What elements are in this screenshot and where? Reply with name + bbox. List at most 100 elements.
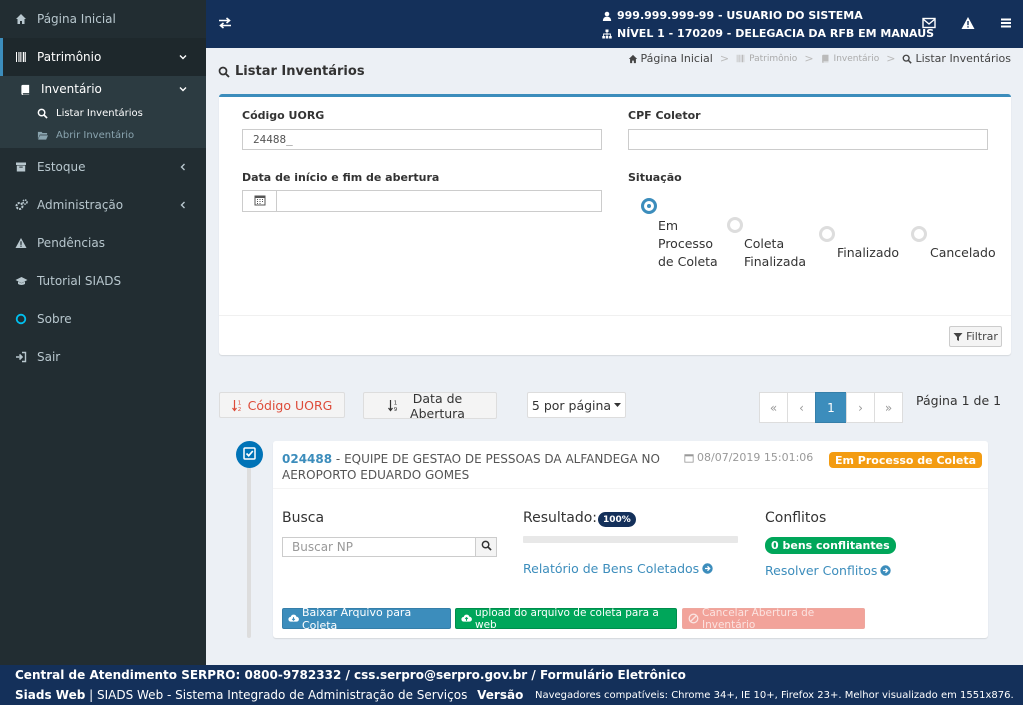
sidebar-item-sair[interactable]: Sair	[0, 338, 206, 376]
pager-first[interactable]: «	[759, 392, 788, 423]
sidebar-submenu-patrimonio: Inventário Listar Inventários Abrir Inve…	[0, 76, 206, 148]
sidebar-item-estoque[interactable]: Estoque	[0, 148, 206, 186]
resultado-badge: 100%	[598, 512, 636, 527]
menu-icon[interactable]	[999, 16, 1013, 30]
search-np-button[interactable]	[475, 537, 497, 557]
calendar-button[interactable]	[242, 190, 277, 212]
sidebar-item-sobre[interactable]: Sobre	[0, 300, 206, 338]
app-name: Siads Web	[15, 688, 86, 702]
breadcrumb-separator: >	[719, 52, 730, 65]
inventory-card-header: 024488 - EQUIPE DE GESTAO DE PESSOAS DA …	[273, 441, 988, 489]
envelope-icon[interactable]	[922, 16, 936, 30]
situacao-label: Situação	[628, 171, 682, 184]
pager-last[interactable]: »	[874, 392, 903, 423]
radio-coleta-finalizada[interactable]	[727, 217, 743, 233]
radio-finalizado[interactable]	[819, 226, 835, 242]
pager-page-1[interactable]: 1	[815, 392, 847, 423]
search-icon	[481, 540, 492, 554]
sort-uorg-label: Código UORG	[247, 397, 333, 413]
sidebar-item-label: Estoque	[37, 160, 86, 174]
radio-label-cancelado[interactable]: Cancelado	[930, 244, 996, 262]
uorg-input[interactable]: 24488_	[242, 129, 602, 150]
ban-icon	[688, 613, 699, 624]
relatorio-link-label: Relatório de Bens Coletados	[523, 561, 700, 576]
svg-text:2: 2	[237, 407, 241, 412]
sidebar: Página Inicial Patrimônio Inventário Lis…	[0, 0, 206, 665]
caret-down-icon	[614, 402, 622, 408]
version-label: Versão	[477, 688, 524, 702]
sidebar-item-tutorial[interactable]: Tutorial SIADS	[0, 262, 206, 300]
sidebar-item-patrimonio[interactable]: Patrimônio	[0, 38, 206, 76]
upload-file-button[interactable]: upload do arquivo de coleta para a web	[455, 606, 677, 631]
arrow-circle-right-icon	[702, 563, 713, 574]
pager-next[interactable]: ›	[846, 392, 875, 423]
warning-icon	[14, 236, 28, 250]
per-page-value: 5 por página	[531, 397, 612, 413]
sidebar-item-abrir-inventario[interactable]: Abrir Inventário	[0, 124, 206, 146]
breadcrumb-inventario[interactable]: Inventário	[834, 54, 880, 64]
timeline-marker	[236, 441, 263, 468]
barcode-icon	[736, 54, 746, 64]
inventory-code-link[interactable]: 024488	[282, 452, 332, 466]
svg-text:1: 1	[237, 400, 241, 406]
sort-date-button[interactable]: 19 Data de Abertura	[363, 390, 497, 421]
warning-icon[interactable]	[961, 16, 975, 30]
filter-button[interactable]: Filtrar	[949, 326, 1002, 347]
result-progress-bar	[523, 536, 738, 543]
app-line: Siads Web | SIADS Web - Sistema Integrad…	[15, 688, 523, 702]
sidebar-item-label: Patrimônio	[37, 50, 102, 64]
timeline-line	[247, 452, 251, 638]
sidebar-item-administracao[interactable]: Administração	[0, 186, 206, 224]
page-title: Listar Inventários	[218, 64, 365, 79]
app-description: | SIADS Web - Sistema Integrado de Admin…	[85, 688, 468, 702]
date-range-input[interactable]	[276, 190, 602, 212]
sidebar-item-label: Abrir Inventário	[56, 129, 135, 141]
folder-open-icon	[37, 130, 48, 141]
breadcrumb-patrimonio[interactable]: Patrimônio	[749, 54, 797, 64]
relatorio-link[interactable]: Relatório de Bens Coletados	[523, 561, 713, 576]
sort-numeric-desc-icon: 19	[387, 399, 400, 412]
per-page-select[interactable]: 5 por página	[527, 392, 626, 418]
breadcrumb-separator: >	[804, 52, 814, 65]
inventory-name: - EQUIPE DE GESTAO DE PESSOAS DA ALFANDE…	[282, 452, 660, 482]
user-info: 999.999.999-99 - USUARIO DO SISTEMA NÍVE…	[602, 7, 934, 43]
cpf-input[interactable]	[628, 129, 988, 150]
search-np-input[interactable]: Buscar NP	[282, 537, 476, 557]
filter-button-label: Filtrar	[966, 330, 998, 343]
support-line: Central de Atendimento SERPRO: 0800-9782…	[15, 668, 686, 682]
download-file-button[interactable]: Baixar Arquivo para Coleta	[282, 605, 451, 632]
cancel-inventory-button[interactable]: Cancelar Abertura de Inventário	[682, 606, 865, 631]
page-info: Página 1 de 1	[916, 393, 1002, 408]
sort-uorg-button[interactable]: 12 Código UORG	[219, 392, 345, 418]
breadcrumb-home[interactable]: Página Inicial	[641, 52, 713, 65]
radio-label-finalizado[interactable]: Finalizado	[837, 244, 899, 262]
breadcrumb: Página Inicial > Patrimônio > Inventário…	[628, 52, 1011, 65]
cpf-label: CPF Coletor	[628, 109, 701, 122]
cancel-button-label: Cancelar Abertura de Inventário	[702, 606, 815, 631]
resolver-conflitos-link[interactable]: Resolver Conflitos	[765, 563, 892, 578]
sidebar-item-label: Pendências	[37, 236, 105, 250]
radio-label-coleta-finalizada[interactable]: Coleta Finalizada	[744, 235, 814, 271]
exchange-icon[interactable]	[218, 16, 234, 32]
inventory-date-text: 08/07/2019 15:01:06	[697, 451, 814, 464]
sidebar-item-label: Listar Inventários	[56, 107, 143, 119]
radio-cancelado[interactable]	[911, 226, 927, 242]
calendar-icon	[684, 453, 694, 463]
archive-icon	[14, 160, 28, 174]
sort-numeric-asc-icon: 12	[231, 399, 244, 412]
upload-button-label: upload do arquivo de coleta para a web	[475, 606, 659, 631]
barcode-icon	[14, 50, 28, 64]
conflitos-badge: 0 bens conflitantes	[765, 537, 896, 554]
date-range-label: Data de início e fim de abertura	[242, 171, 440, 184]
radio-em-processo[interactable]	[641, 198, 657, 214]
sort-date-label: Data de Abertura	[410, 390, 465, 421]
chevron-left-icon	[178, 161, 190, 173]
sidebar-item-pendencias[interactable]: Pendências	[0, 224, 206, 262]
pager-prev[interactable]: ‹	[787, 392, 816, 423]
book-icon	[821, 54, 831, 64]
download-button-label: Baixar Arquivo para Coleta	[302, 605, 412, 632]
sidebar-item-inventario[interactable]: Inventário	[0, 76, 206, 102]
sidebar-item-listar-inventarios[interactable]: Listar Inventários	[0, 102, 206, 124]
radio-label-em-processo[interactable]: Em Processo de Coleta	[658, 217, 720, 271]
sidebar-item-home[interactable]: Página Inicial	[0, 0, 206, 38]
